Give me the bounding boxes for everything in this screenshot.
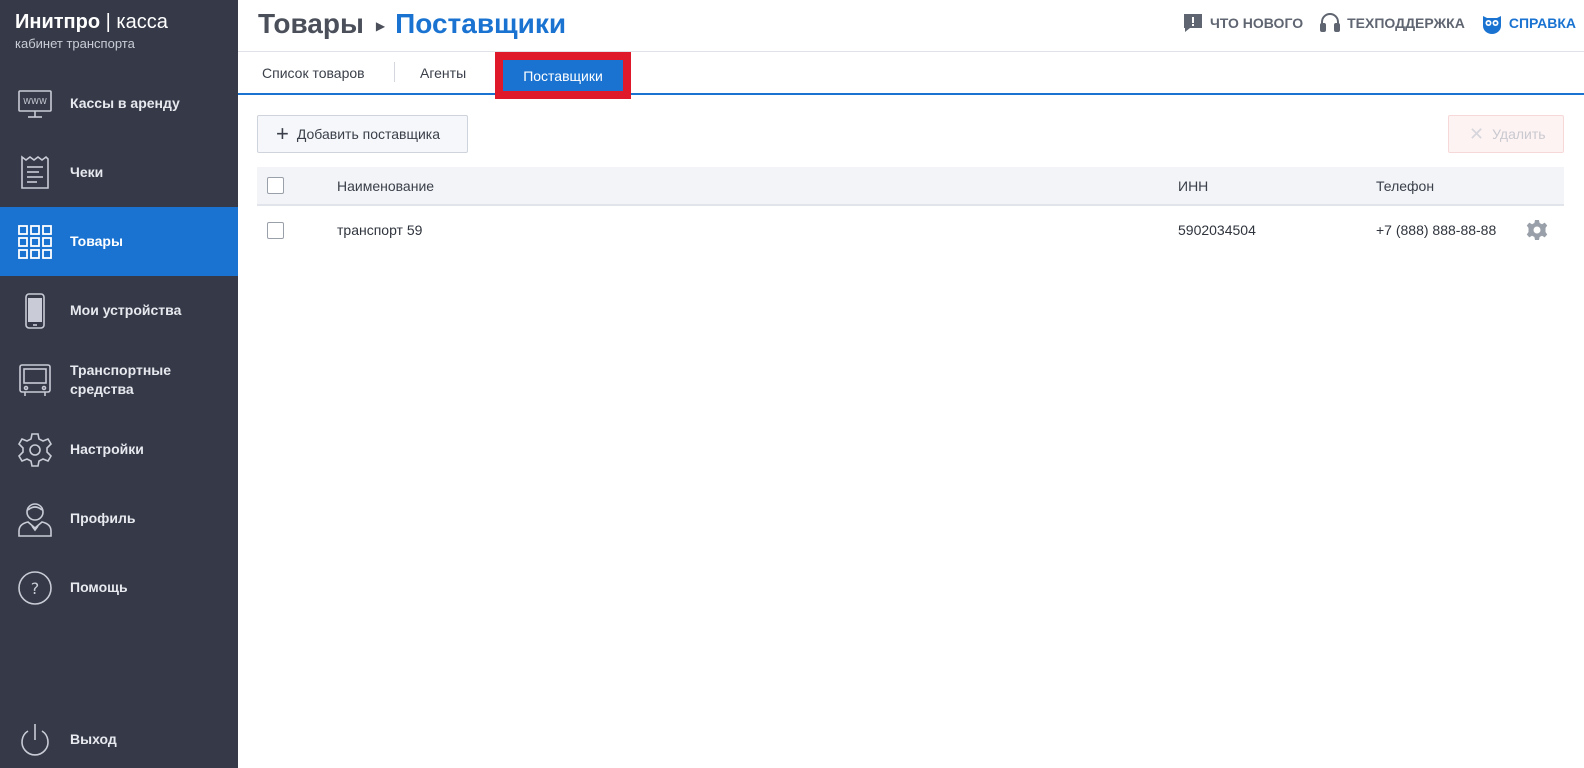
column-header-inn[interactable]: ИНН	[1178, 167, 1208, 204]
sidebar-item-goods[interactable]: Товары	[0, 207, 238, 276]
tab-highlight-frame: Поставщики	[495, 52, 631, 99]
column-header-name[interactable]: Наименование	[337, 167, 434, 204]
brand-logo[interactable]: Инитпро | касса кабинет транспорта	[15, 10, 168, 51]
sidebar-item-label: Выход	[70, 731, 117, 747]
header-links: ЧТО НОВОГО ТЕХПОДДЕРЖКА СПРАВКА	[1166, 12, 1576, 34]
phone-icon	[16, 292, 54, 330]
tab-suppliers[interactable]: Поставщики	[503, 60, 623, 91]
grid-icon	[16, 223, 54, 261]
sidebar-item-settings[interactable]: Настройки	[0, 415, 238, 484]
add-supplier-label: Добавить поставщика	[296, 126, 441, 142]
svg-text:WWW: WWW	[23, 97, 47, 106]
breadcrumb-arrow-icon: ▶	[375, 18, 386, 33]
select-all-checkbox[interactable]	[267, 177, 284, 194]
receipt-icon	[16, 154, 54, 192]
tab-agents[interactable]: Агенты	[420, 52, 466, 93]
sidebar-item-label: Профиль	[70, 510, 136, 526]
page-header: Товары ▶ Поставщики ЧТО НОВОГО ТЕХПОДДЕРЖК…	[238, 0, 1584, 52]
brand-separator: |	[105, 11, 111, 33]
svg-text:?: ?	[31, 579, 40, 598]
tab-label: Агенты	[420, 64, 467, 81]
tab-bar: Список товаров Агенты Поставщики	[238, 52, 1584, 99]
sidebar-item-profile[interactable]: Профиль	[0, 484, 238, 553]
row-select-cell	[267, 206, 284, 254]
sidebar-item-label: Настройки	[70, 441, 144, 457]
announcement-icon	[1183, 14, 1202, 32]
bus-icon	[16, 361, 54, 399]
support-label: ТЕХПОДДЕРЖКА	[1347, 15, 1465, 31]
tab-divider	[394, 62, 395, 82]
select-all-cell	[267, 167, 284, 204]
close-icon: ✕	[1469, 123, 1485, 144]
row-checkbox[interactable]	[267, 221, 284, 239]
brand-name-bold: Инитпро	[15, 11, 101, 33]
sidebar: Инитпро | касса кабинет транспорта WWW К…	[0, 0, 238, 768]
sidebar-item-logout[interactable]: Выход	[0, 705, 238, 768]
help-link[interactable]: СПРАВКА	[1481, 12, 1576, 34]
sidebar-item-receipts[interactable]: Чеки	[0, 138, 238, 207]
sidebar-item-label: Помощь	[70, 579, 128, 595]
tab-label: Поставщики	[523, 67, 603, 84]
user-icon	[16, 500, 54, 538]
sidebar-item-label: Товары	[70, 233, 123, 249]
supplier-name: транспорт 59	[337, 222, 423, 238]
sidebar-item-label: Транспортные средства	[70, 361, 172, 397]
page-title: Поставщики	[395, 8, 567, 39]
delete-button[interactable]: ✕ Удалить	[1448, 115, 1564, 153]
gear-icon[interactable]	[1526, 219, 1548, 241]
owl-icon	[1482, 16, 1501, 34]
tab-goods-list[interactable]: Список товаров	[262, 52, 365, 93]
delete-label: Удалить	[1492, 126, 1546, 142]
sidebar-item-label: Мои устройства	[70, 302, 182, 318]
brand-name-light: касса	[116, 11, 168, 33]
column-header-phone[interactable]: Телефон	[1376, 167, 1434, 204]
breadcrumb-root[interactable]: Товары	[258, 8, 364, 39]
sidebar-item-vehicles[interactable]: Транспортные средства	[0, 345, 238, 414]
sidebar-item-devices[interactable]: Мои устройства	[0, 276, 238, 345]
breadcrumb: Товары ▶ Поставщики	[258, 6, 566, 44]
headset-icon	[1320, 13, 1341, 32]
table-row[interactable]: транспорт 59 5902034504 +7 (888) 888-88-…	[257, 206, 1564, 254]
table-header: Наименование ИНН Телефон	[257, 167, 1564, 206]
sidebar-item-label: Кассы в аренду	[70, 95, 180, 111]
supplier-inn: 5902034504	[1178, 222, 1256, 238]
help-label: СПРАВКА	[1508, 15, 1576, 31]
support-link[interactable]: ТЕХПОДДЕРЖКА	[1319, 12, 1465, 34]
supplier-phone: +7 (888) 888-88-88	[1376, 222, 1497, 238]
gear-icon	[16, 431, 54, 469]
add-supplier-button[interactable]: + Добавить поставщика	[257, 115, 468, 153]
brand-title: Инитпро | касса	[15, 10, 168, 34]
suppliers-table: Наименование ИНН Телефон транспорт 59 59…	[257, 167, 1564, 254]
whats-new-label: ЧТО НОВОГО	[1209, 15, 1304, 31]
power-icon	[16, 721, 54, 759]
www-monitor-icon: WWW	[16, 85, 54, 123]
sidebar-item-cash-rent[interactable]: WWW Кассы в аренду	[0, 69, 238, 138]
brand-subtitle: кабинет транспорта	[15, 36, 135, 51]
sidebar-item-help[interactable]: ? Помощь	[0, 553, 238, 622]
tab-label: Список товаров	[262, 64, 365, 81]
whats-new-link[interactable]: ЧТО НОВОГО	[1182, 12, 1303, 34]
plus-icon: +	[276, 121, 289, 146]
help-icon: ?	[16, 569, 54, 607]
sidebar-item-label: Чеки	[70, 164, 104, 180]
